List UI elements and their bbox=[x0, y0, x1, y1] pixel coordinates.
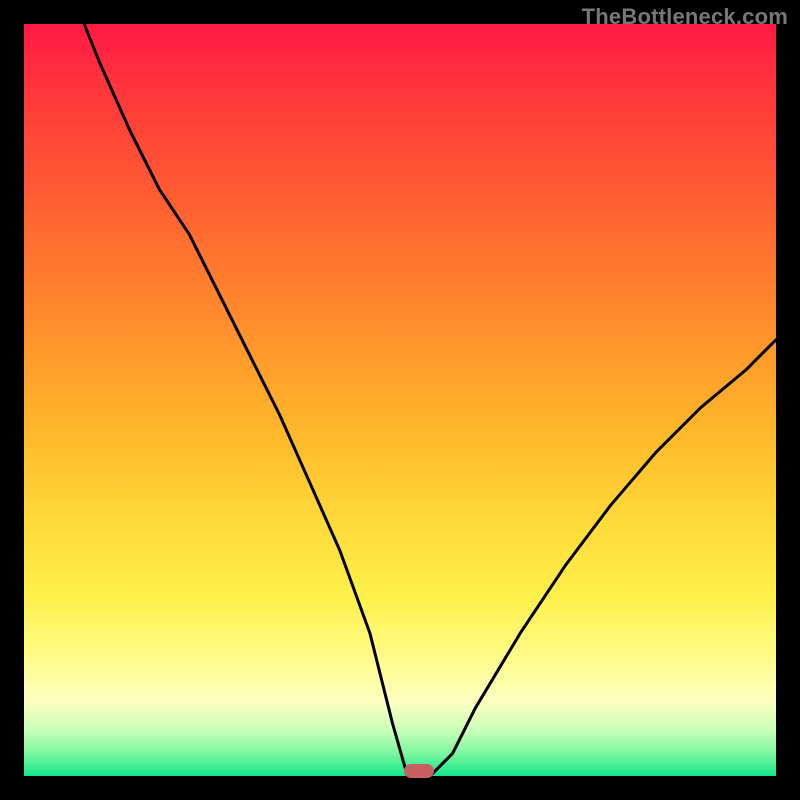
plot-area bbox=[24, 24, 776, 776]
watermark-text: TheBottleneck.com bbox=[582, 4, 788, 30]
chart-frame: TheBottleneck.com bbox=[0, 0, 800, 800]
minimum-marker bbox=[404, 764, 434, 778]
plot-svg bbox=[24, 24, 776, 776]
bottleneck-curve bbox=[84, 24, 776, 776]
